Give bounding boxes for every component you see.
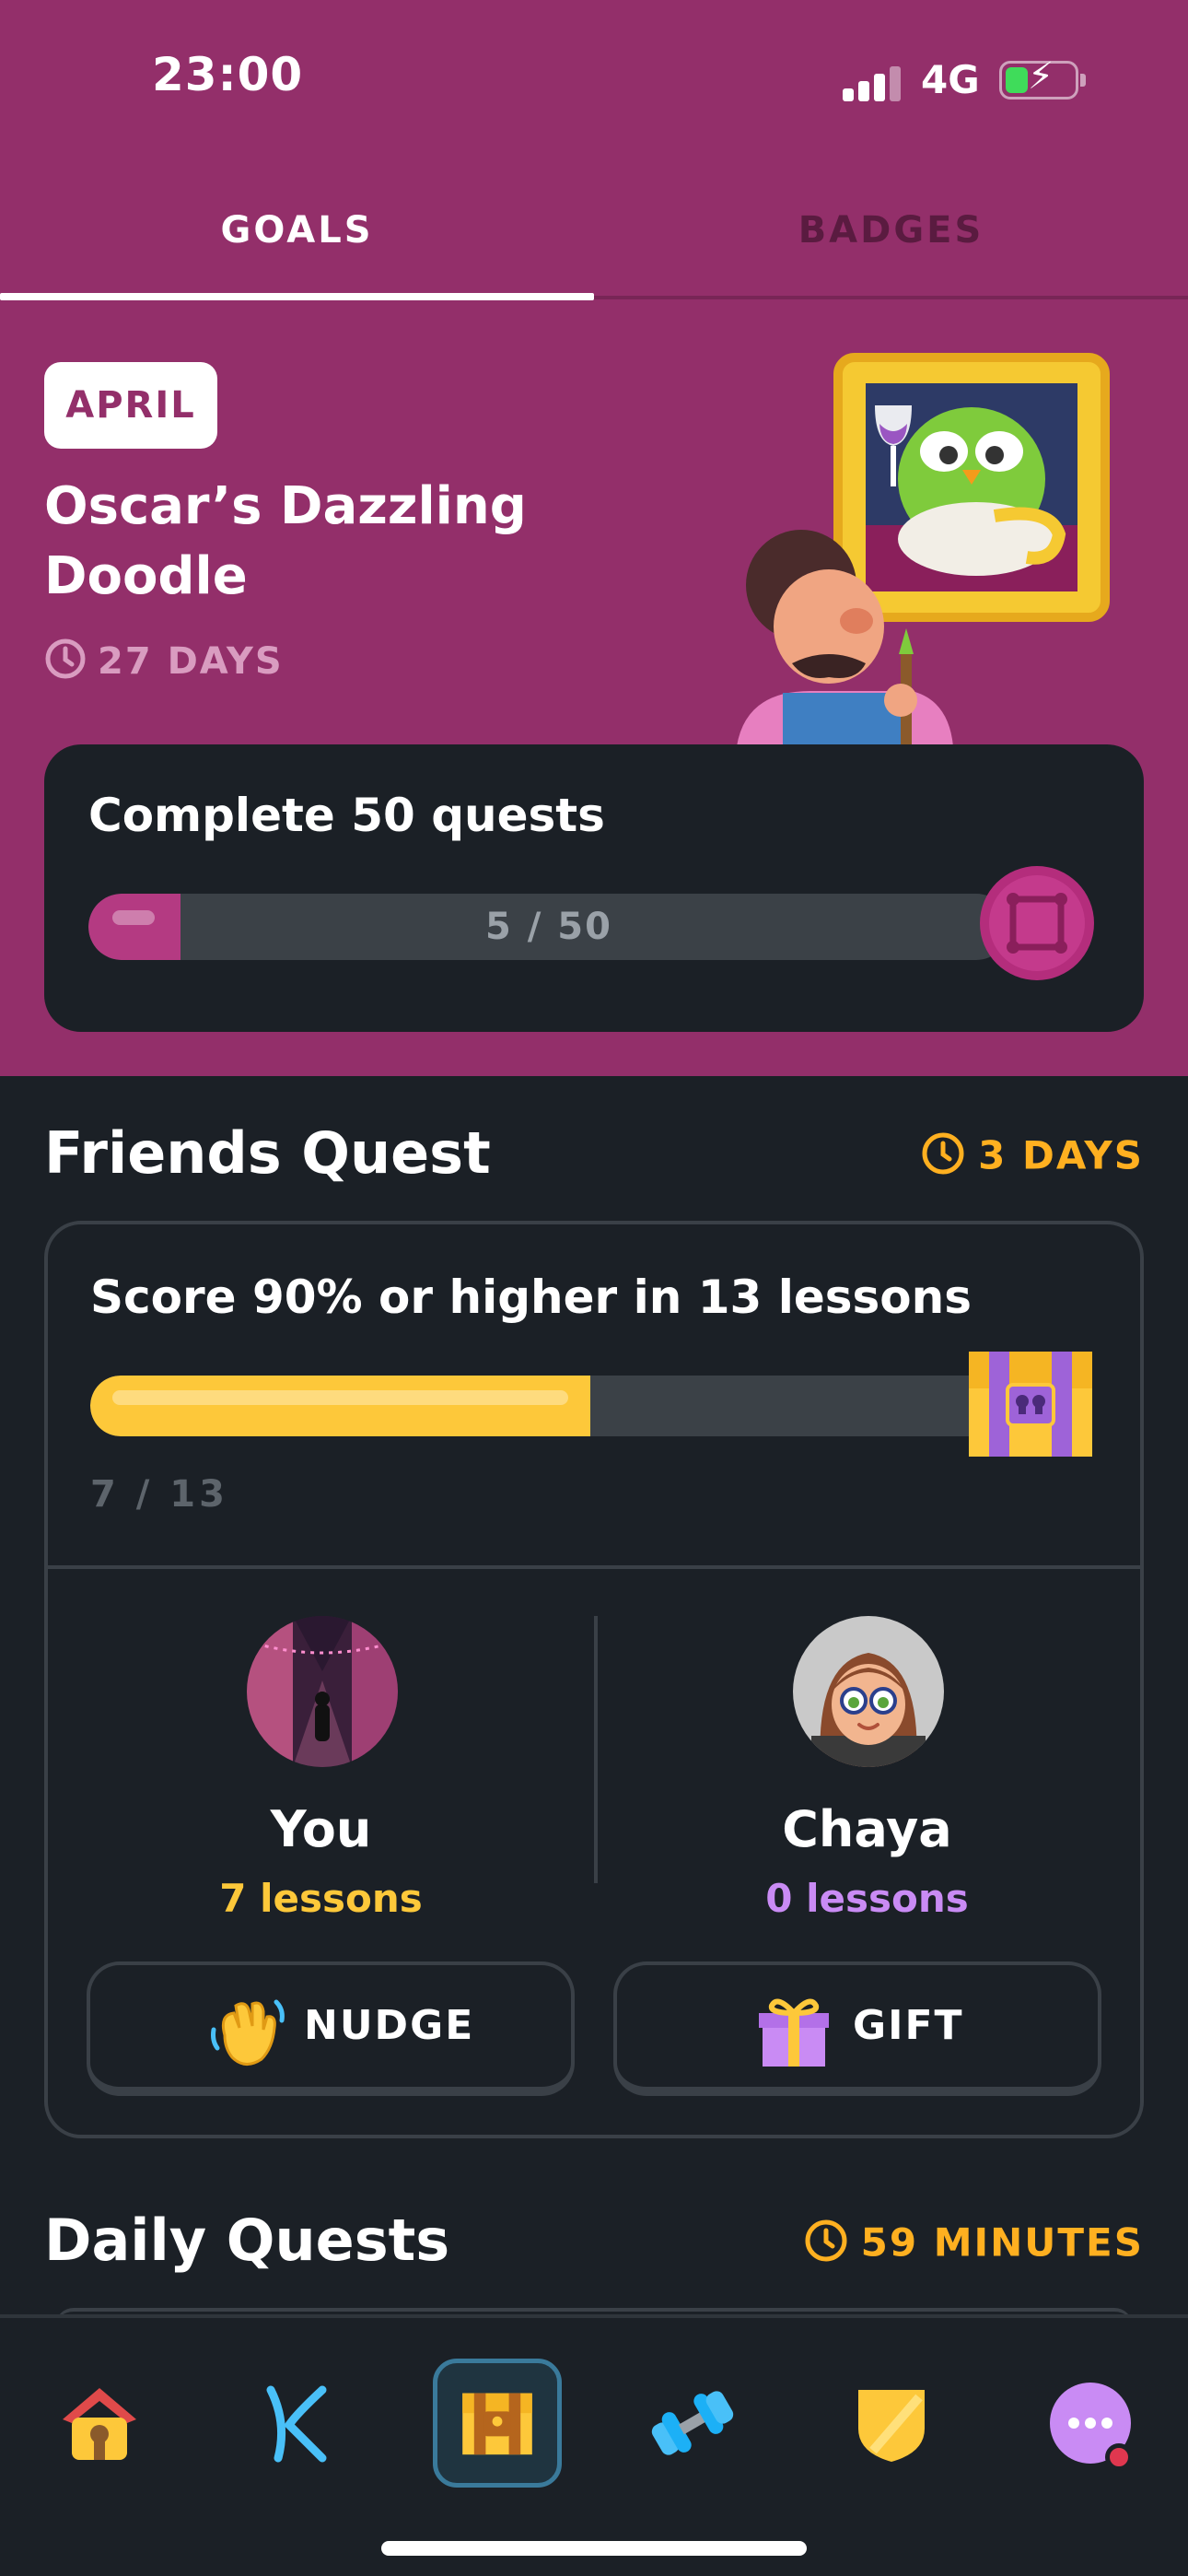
battery-cap [1080, 74, 1086, 87]
practice-dumbbell-icon [651, 2391, 734, 2455]
status-bar: 23:00 4G ⚡ [0, 0, 1188, 166]
friends-quest-task: Score 90% or higher in 13 lessons [90, 1270, 972, 1324]
treasure-chest-icon [961, 1344, 1100, 1464]
friends-quest-days: 3 DAYS [978, 1132, 1144, 1178]
participant-lessons: 0 lessons [765, 1876, 969, 1921]
friends-quest-progress-bar [90, 1376, 1020, 1436]
nudge-button[interactable]: NUDGE [87, 1961, 575, 2096]
clock-icon [44, 638, 87, 689]
avatar [247, 1616, 398, 1767]
participant-name: You [270, 1800, 372, 1858]
home-icon [63, 2388, 136, 2460]
gift-icon [755, 1993, 833, 2070]
leaderboard-shield-icon [858, 2390, 925, 2462]
nav-quests[interactable] [433, 2359, 562, 2488]
challenge-progress-bar: 5 / 50 [88, 894, 1009, 960]
gift-label: GIFT [853, 2002, 964, 2049]
monthly-challenge-header: 23:00 4G ⚡ GOALS BADGES APRIL Oscar’s Da… [0, 0, 1188, 1076]
signal-icon [843, 64, 903, 101]
challenge-task: Complete 50 quests [88, 789, 605, 842]
home-indicator[interactable] [381, 2541, 807, 2556]
nav-home[interactable] [35, 2359, 164, 2488]
challenge-title: Oscar’s Dazzling Doodle [44, 476, 527, 606]
challenge-progress-count: 5 / 50 [485, 906, 612, 948]
participant-you[interactable]: You 7 lessons [48, 1616, 594, 1921]
nav-leaderboard[interactable] [827, 2359, 956, 2488]
participant-lessons: 7 lessons [219, 1876, 423, 1921]
tab-bar: GOALS BADGES [0, 180, 1188, 299]
avatar [793, 1616, 944, 1767]
waving-hand-icon [208, 1993, 285, 2070]
nav-alphabet[interactable] [232, 2359, 361, 2488]
friends-quest-timer: 3 DAYS [921, 1131, 1144, 1185]
daily-quests-timer: 59 MINUTES [804, 2219, 1144, 2272]
daily-quests-time: 59 MINUTES [860, 2219, 1144, 2266]
painter-owl-illustration [718, 350, 1124, 746]
gift-button[interactable]: GIFT [613, 1961, 1101, 2096]
quests-chest-icon [462, 2393, 532, 2455]
friends-quest-count: 7 / 13 [90, 1473, 228, 1516]
challenge-time-left: 27 DAYS [44, 638, 284, 689]
status-time: 23:00 [152, 48, 304, 101]
month-badge: APRIL [44, 362, 217, 449]
tab-goals[interactable]: GOALS [0, 180, 594, 299]
daily-quests-heading: Daily Quests [44, 2207, 450, 2274]
clock-icon [921, 1131, 965, 1185]
clock-icon [804, 2219, 848, 2272]
bottom-navigation [0, 2314, 1188, 2576]
participant-name: Chaya [782, 1800, 952, 1858]
friends-quest-card: Score 90% or higher in 13 lessons 7 / 13 [44, 1221, 1144, 2138]
monthly-challenge-card[interactable]: Complete 50 quests 5 / 50 [44, 744, 1144, 1032]
notification-badge [1105, 2443, 1133, 2471]
friends-quest-progress-fill [90, 1376, 590, 1436]
nav-practice[interactable] [628, 2359, 757, 2488]
tab-badges[interactable]: BADGES [594, 180, 1188, 299]
friends-quest-heading: Friends Quest [44, 1119, 491, 1187]
alphabet-icon [266, 2385, 327, 2463]
challenge-days-text: 27 DAYS [98, 640, 284, 683]
tab-active-indicator [0, 293, 594, 300]
divider [48, 1565, 1140, 1569]
nav-more[interactable] [1026, 2359, 1155, 2488]
nudge-label: NUDGE [304, 2002, 475, 2049]
battery-icon: ⚡ [999, 58, 1078, 100]
frame-badge-icon [978, 864, 1096, 982]
network-label: 4G [921, 57, 980, 102]
participant-friend[interactable]: Chaya 0 lessons [594, 1616, 1140, 1921]
